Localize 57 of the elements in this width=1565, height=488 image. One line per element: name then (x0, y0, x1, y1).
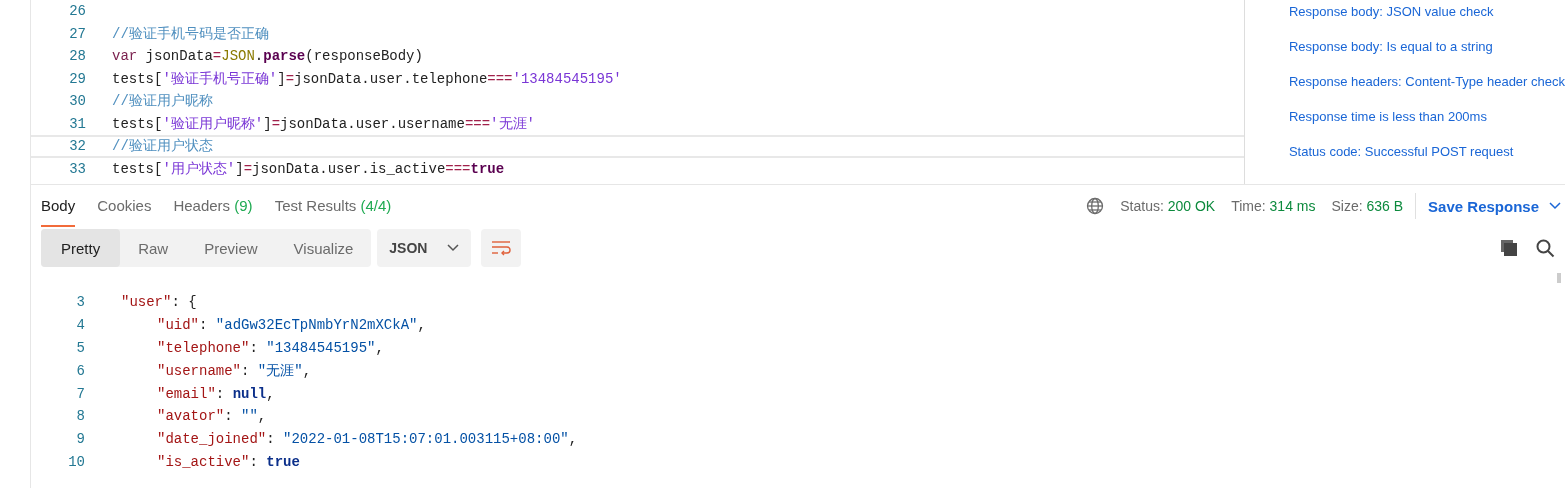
line-number: 4 (75, 317, 85, 334)
code-line: tests['验证手机号正确']=jsonData.user.telephone==='13484545195' (112, 69, 622, 88)
json-line: "avator": "", (157, 408, 267, 425)
line-number: 31 (68, 115, 86, 132)
line-number: 33 (68, 160, 86, 177)
code-line: tests['用户状态']=jsonData.user.is_active===true (112, 159, 505, 178)
line-number: 27 (68, 25, 86, 42)
response-tab[interactable]: Body (41, 185, 76, 227)
view-mode-tab[interactable]: Pretty (41, 229, 121, 267)
line-number: 6 (75, 362, 85, 379)
line-number: 3 (75, 294, 85, 311)
snippet-link[interactable]: Response body: JSON value check (1288, 2, 1565, 21)
response-stat: Status: 200 OK (1120, 198, 1216, 214)
json-line: "email": null, (157, 385, 275, 402)
wrap-lines-icon (491, 240, 512, 256)
line-number: 29 (68, 70, 86, 87)
globe-icon[interactable] (1086, 197, 1105, 215)
response-tab[interactable]: Test Results (4/4) (274, 185, 392, 227)
response-stat: Size: 636 B (1331, 198, 1404, 214)
json-line: "uid": "adGw32EcTpNmbYrN2mXCkA", (157, 317, 426, 334)
line-number: 28 (68, 48, 86, 65)
save-response-button[interactable]: Save Response (1428, 197, 1565, 215)
view-mode-tab[interactable]: Preview (186, 229, 276, 267)
view-mode-tab[interactable]: Raw (120, 229, 187, 267)
snippet-link[interactable]: Response time is less than 200ms (1288, 107, 1565, 126)
line-number: 10 (67, 453, 85, 470)
line-number: 30 (68, 93, 86, 110)
response-stat: Time: 314 ms (1231, 198, 1316, 214)
snippet-link[interactable]: Response headers: Content-Type header check (1288, 72, 1565, 91)
caret-icon (1549, 202, 1561, 210)
line-number: 26 (68, 3, 86, 20)
json-line: "date_joined": "2022-01-08T15:07:01.003115+08:00", (157, 431, 578, 448)
line-number: 7 (75, 385, 85, 402)
wrap-lines-button[interactable] (481, 229, 522, 267)
code-line: tests['验证用户昵称']=jsonData.user.username==='无涯' (112, 114, 535, 133)
snippet-link[interactable]: Status code: Successful POST request (1288, 142, 1565, 161)
json-line: "user": { (121, 294, 197, 311)
response-tab[interactable]: Headers (9) (173, 185, 253, 227)
json-line: "username": "无涯", (157, 362, 312, 379)
search-icon[interactable] (1535, 238, 1555, 258)
code-line: var jsonData=JSON.parse(responseBody) (112, 48, 423, 65)
code-line: //验证手机号码是否正确 (112, 24, 269, 43)
format-dropdown[interactable]: JSON (377, 229, 472, 267)
code-line: //验证用户状态 (112, 137, 213, 156)
response-tab[interactable]: Cookies (97, 185, 152, 227)
view-mode-tab[interactable]: Visualize (275, 229, 372, 267)
scrollbar[interactable] (1557, 273, 1561, 283)
line-number: 8 (75, 408, 85, 425)
json-line: "telephone": "13484545195", (157, 340, 384, 356)
line-number: 9 (75, 431, 85, 448)
snippet-link[interactable]: Response body: Is equal to a string (1288, 37, 1565, 56)
copy-icon[interactable] (1499, 238, 1519, 258)
chevron-icon (447, 244, 460, 252)
json-line: "is_active": true (157, 453, 300, 470)
code-line: //验证用户昵称 (112, 92, 213, 111)
line-number: 5 (75, 340, 85, 356)
line-number: 32 (68, 138, 86, 155)
